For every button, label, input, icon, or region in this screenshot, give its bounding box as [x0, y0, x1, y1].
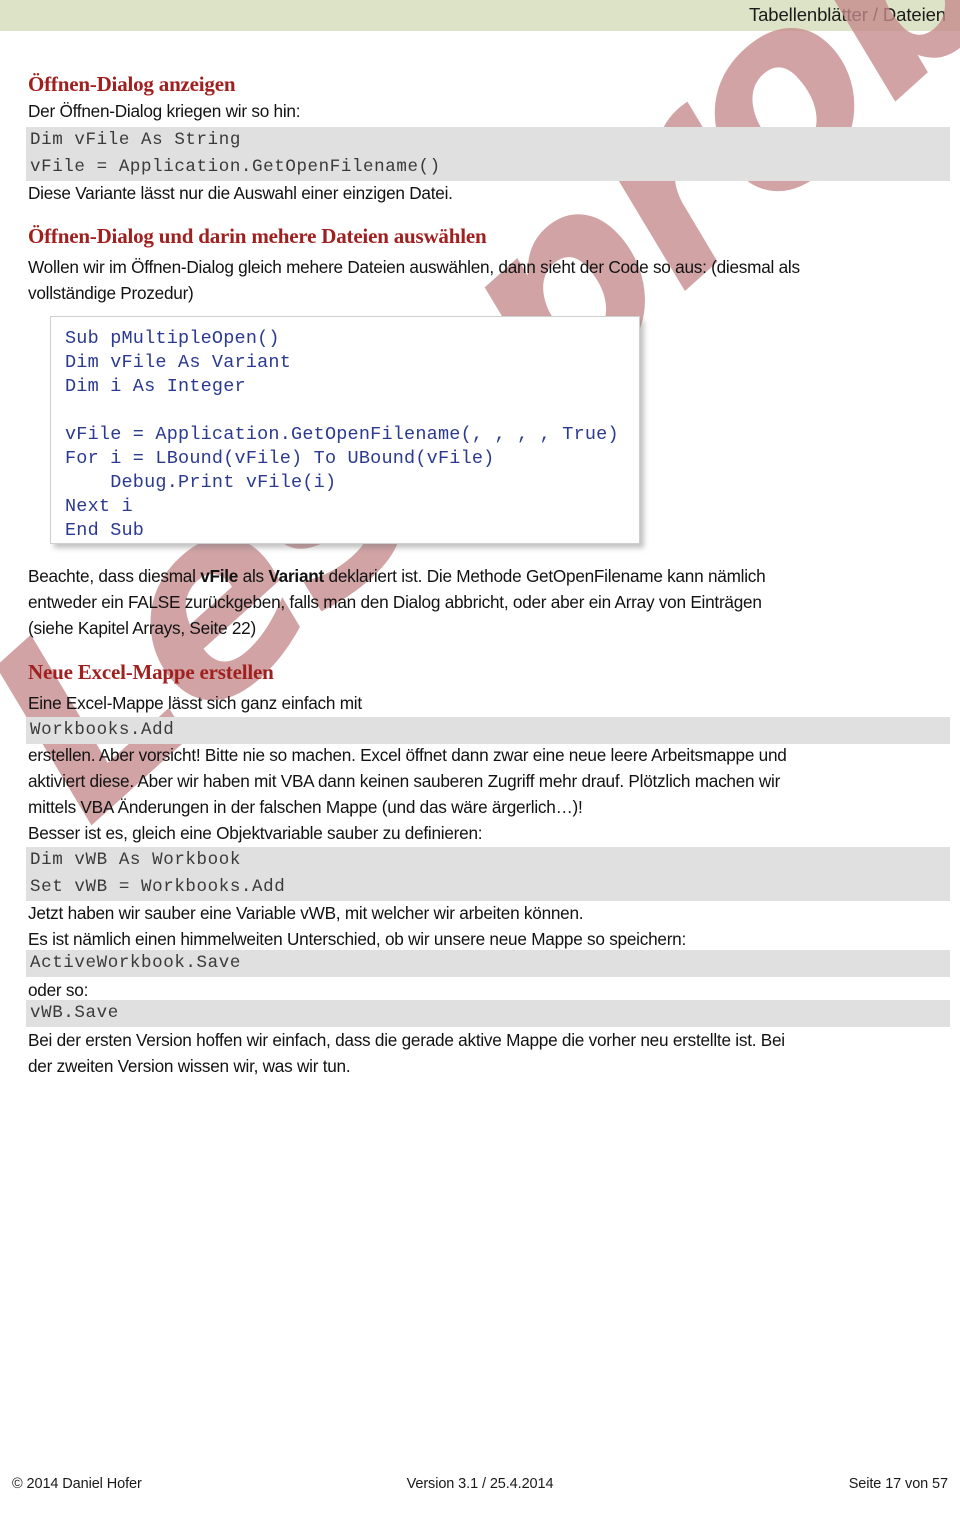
- section2-note-line3: (siehe Kapitel Arrays, Seite 22): [28, 618, 256, 638]
- section3-line3: aktiviert diese. Aber wir haben mit VBA …: [28, 771, 781, 791]
- vba-code-screenshot: Sub pMultipleOpen() Dim vFile As Variant…: [50, 316, 640, 544]
- document-page: Tabellenblätter / Dateien Leseprobe Öffn…: [0, 0, 960, 1518]
- code-line-activeworkbook-save: ActiveWorkbook.Save: [26, 950, 950, 977]
- section2-paragraph-line1: Wollen wir im Öffnen-Dialog gleich meher…: [28, 257, 800, 277]
- vba-code-line: Dim i As Integer: [65, 376, 246, 397]
- section3-line2: erstellen. Aber vorsicht! Bitte nie so m…: [28, 745, 787, 765]
- page-footer: © 2014 Daniel Hofer Version 3.1 / 25.4.2…: [0, 1476, 960, 1496]
- vba-code-line-blank: [65, 399, 639, 423]
- section3-line6: Jetzt haben wir sauber eine Variable vWB…: [28, 903, 584, 923]
- footer-version: Version 3.1 / 25.4.2014: [406, 1476, 554, 1492]
- section3-line1: Eine Excel-Mappe lässt sich ganz einfach…: [28, 693, 362, 713]
- section2-note-line2: entweder ein FALSE zurückgeben, falls ma…: [28, 592, 762, 612]
- section-heading-mehere-dateien-auswaehlen: Öffnen-Dialog und darin mehere Dateien a…: [28, 224, 487, 248]
- section3-line9: Bei der ersten Version hoffen wir einfac…: [28, 1030, 785, 1050]
- section3-line5: Besser ist es, gleich eine Objektvariabl…: [28, 823, 483, 843]
- code-line-set-vwb-workbooks-add: Set vWB = Workbooks.Add: [26, 874, 950, 901]
- section3-line10: der zweiten Version wissen wir, was wir …: [28, 1056, 351, 1076]
- vba-code-line: Debug.Print vFile(i): [65, 472, 337, 493]
- note-text-pre: Beachte, dass diesmal: [28, 566, 201, 586]
- code-line-vfile-getopenfilename: vFile = Application.GetOpenFilename(): [26, 154, 950, 181]
- section-heading-oeffnen-dialog-anzeigen: Öffnen-Dialog anzeigen: [28, 72, 236, 96]
- note-bold-variant: Variant: [268, 566, 324, 586]
- code-line-vwb-save: vWB.Save: [26, 1000, 950, 1027]
- note-bold-vfile: vFile: [200, 566, 239, 586]
- vba-code-line: Next i: [65, 496, 133, 517]
- vba-code-screenshot-frame: Sub pMultipleOpen() Dim vFile As Variant…: [50, 316, 640, 544]
- footer-page-number: Seite 17 von 57: [848, 1476, 948, 1492]
- vba-code-line: End Sub: [65, 520, 145, 541]
- section2-paragraph-line2: vollständige Prozedur): [28, 283, 194, 303]
- code-line-dim-vwb-as-workbook: Dim vWB As Workbook: [26, 847, 950, 874]
- code-line-workbooks-add: Workbooks.Add: [26, 717, 950, 744]
- section2-note-line1: Beachte, dass diesmal vFile als Variant …: [28, 563, 948, 589]
- vba-code-line: Sub pMultipleOpen(): [65, 328, 280, 349]
- code-line-dim-vfile-as-string: Dim vFile As String: [26, 127, 950, 154]
- note-text-mid: als: [238, 566, 269, 586]
- page-header-band: Tabellenblätter / Dateien: [0, 0, 960, 31]
- page-header-title: Tabellenblätter / Dateien: [748, 4, 946, 25]
- footer-copyright: © 2014 Daniel Hofer: [12, 1476, 142, 1492]
- section1-outro-text: Diese Variante lässt nur die Auswahl ein…: [28, 183, 453, 203]
- section1-intro-text: Der Öffnen-Dialog kriegen wir so hin:: [28, 101, 301, 121]
- vba-code-line: For i = LBound(vFile) To UBound(vFile): [65, 448, 495, 469]
- section3-line7: Es ist nämlich einen himmelweiten Unters…: [28, 929, 687, 949]
- vba-code-line: Dim vFile As Variant: [65, 352, 292, 373]
- vba-code-line: vFile = Application.GetOpenFilename(, , …: [65, 424, 619, 445]
- section-heading-neue-excel-mappe-erstellen: Neue Excel-Mappe erstellen: [28, 660, 274, 684]
- note-text-post: deklariert ist. Die Methode GetOpenFilen…: [323, 566, 766, 586]
- section3-line4: mittels VBA Änderungen in der falschen M…: [28, 797, 583, 817]
